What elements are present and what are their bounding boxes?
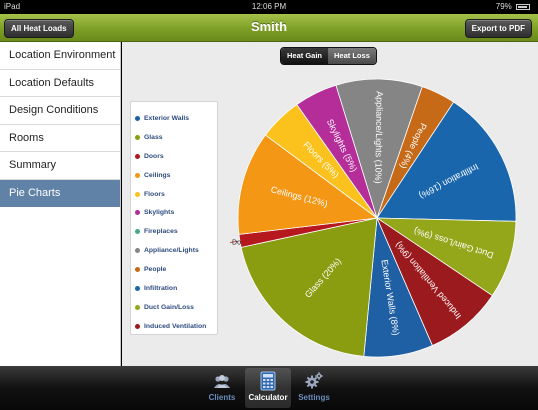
legend-label: People [144,266,167,274]
battery-status: 79% [496,0,530,14]
legend-item: Duct Gain/Loss [131,298,217,317]
sidebar: Location Environment Location Defaults D… [0,42,121,366]
legend-item: Floors [131,185,217,204]
heat-gain-toggle[interactable]: Heat Gain [281,48,329,64]
chart-legend: Exterior Walls Glass Doors Ceilings Floors Sk… [130,101,218,335]
legend-item: Glass [131,128,217,147]
main-panel: Exterior Walls (8%) Glass (20%) Do Ceilings… [122,42,538,366]
legend-swatch [135,172,140,178]
legend-item: Appliance/Lights [131,241,217,260]
legend-item: Skylights [131,203,217,222]
legend-swatch [135,285,140,291]
sidebar-item-location-defaults[interactable]: Location Defaults [0,69,120,97]
legend-item: Exterior Walls [131,109,217,128]
calculator-icon [260,371,276,391]
gears-icon [305,372,323,389]
tab-settings[interactable]: Settings [291,368,337,408]
legend-item: Fireplaces [131,222,217,241]
legend-item: People [131,260,217,279]
sidebar-item-location-environment[interactable]: Location Environment [0,42,120,70]
tab-label-calculator: Calculator [248,393,288,402]
legend-label: Appliance/Lights [144,247,199,255]
legend-swatch [135,153,140,159]
legend-label: Skylights [144,209,175,217]
legend-label: Exterior Walls [144,114,190,122]
legend-label: Floors [144,190,165,198]
status-bar: iPad 12:06 PM 79% [0,0,538,14]
legend-swatch [135,191,140,197]
legend-item: Doors [131,147,217,166]
legend-swatch [135,323,140,329]
legend-label: Ceilings [144,171,171,179]
legend-swatch [135,229,140,235]
tab-label-clients: Clients [208,393,236,402]
legend-item: Ceilings [131,166,217,185]
legend-item: Infiltration [131,279,217,298]
people-icon [214,375,230,388]
legend-label: Fireplaces [144,228,178,236]
legend-swatch [135,248,140,254]
battery-percent: 79% [495,2,512,11]
tab-bar: Clients Calculator Settings [0,366,538,410]
legend-swatch [135,134,140,140]
all-heat-loads-button[interactable]: All Heat Loads [4,19,74,38]
slice-label: Do [232,240,241,247]
nav-bar: Smith All Heat Loads Export to PDF [0,14,538,42]
legend-label: Doors [144,152,164,160]
legend-label: Infiltration [144,284,178,292]
battery-icon [516,3,530,10]
legend-swatch [135,267,140,273]
legend-label: Duct Gain/Loss [144,303,194,311]
heat-loss-toggle[interactable]: Heat Loss [328,48,376,64]
legend-item: Induced Ventilation [131,317,217,336]
sidebar-item-pie-charts[interactable]: Pie Charts [0,179,120,207]
legend-label: Glass [144,133,163,141]
legend-label: Induced Ventilation [144,322,207,330]
page-title: Smith [250,19,288,34]
legend-swatch [135,304,140,310]
sidebar-item-design-conditions[interactable]: Design Conditions [0,97,120,125]
legend-swatch [135,210,140,216]
export-pdf-button[interactable]: Export to PDF [464,19,532,38]
sidebar-item-summary[interactable]: Summary [0,152,120,180]
slice-label: Appliance/Lights (10%) [373,91,384,184]
legend-swatch [135,115,140,121]
tab-label-settings: Settings [298,393,330,402]
tab-clients[interactable]: Clients [199,368,245,408]
tab-calculator[interactable]: Calculator [245,368,291,408]
sidebar-item-rooms[interactable]: Rooms [0,124,120,152]
heat-mode-segmented-control: Heat Gain Heat Loss [280,47,377,65]
status-time: 12:06 PM [251,2,287,11]
